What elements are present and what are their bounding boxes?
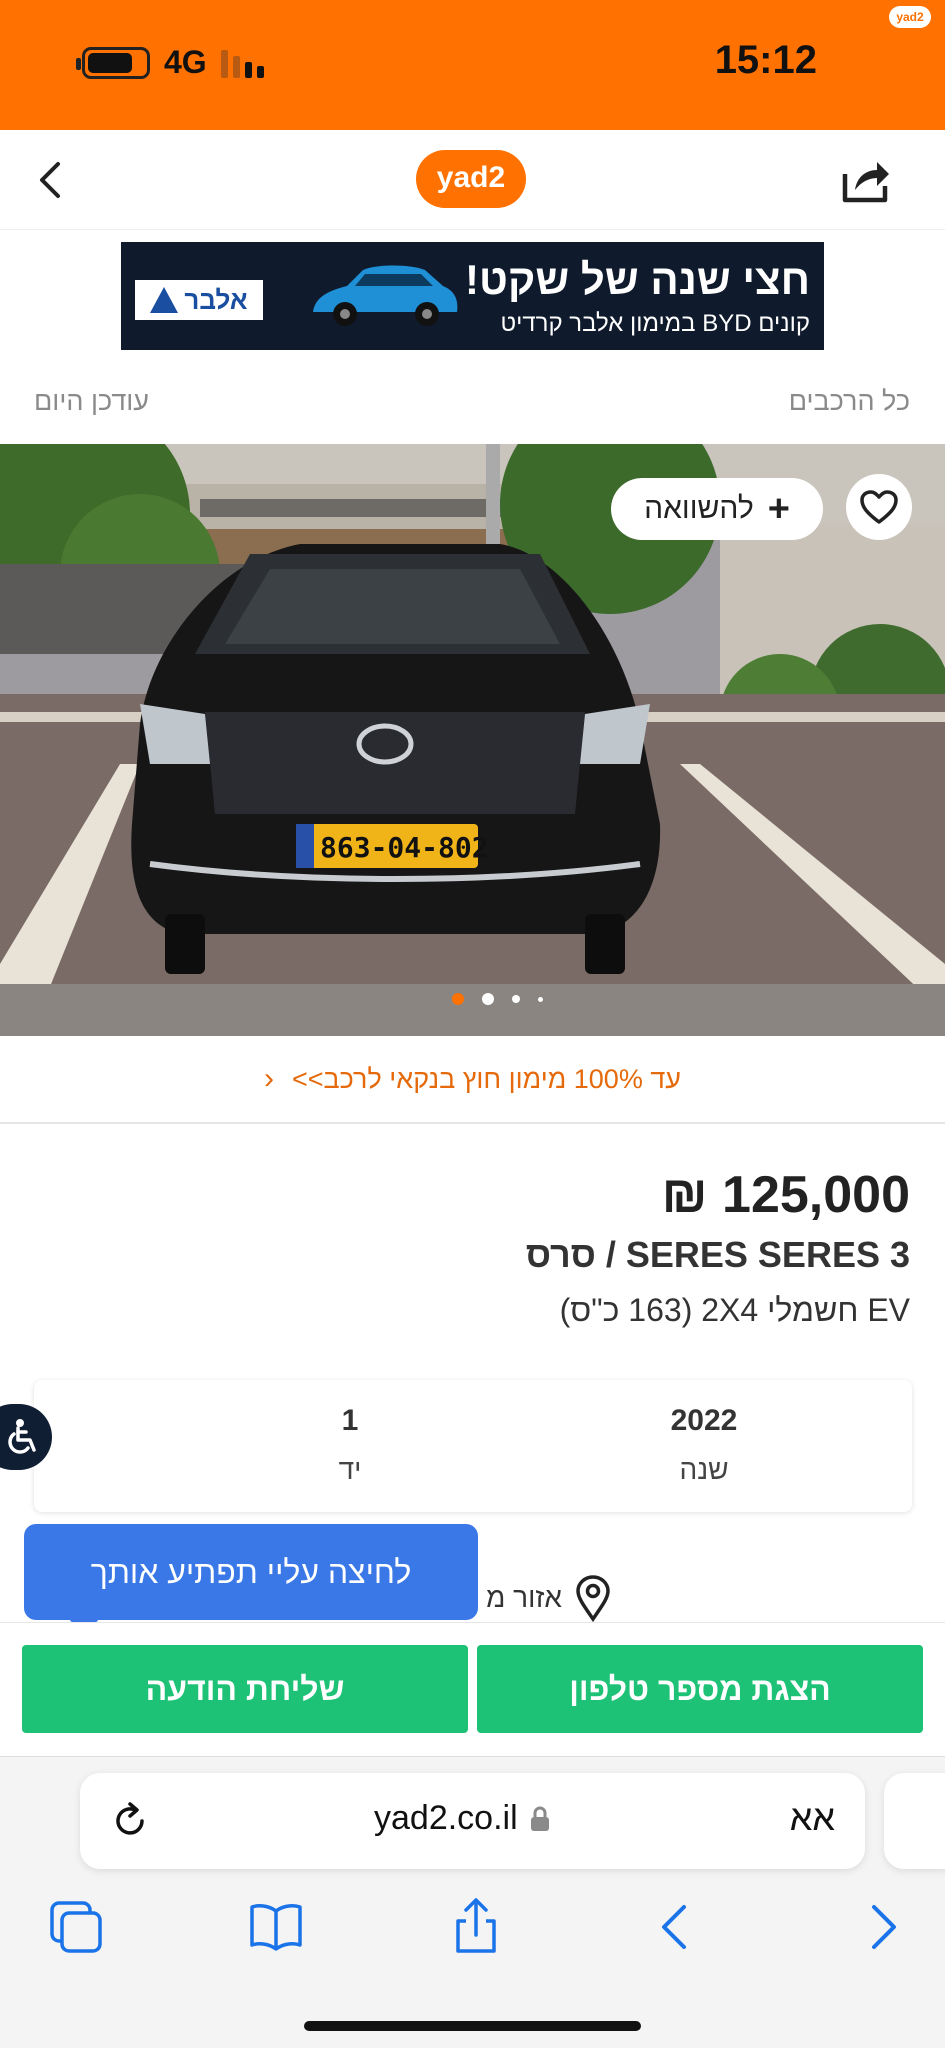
- forward-nav-icon[interactable]: [852, 1897, 912, 1957]
- heart-icon: [860, 490, 898, 524]
- gallery-pagination: [452, 993, 543, 1005]
- updated-label: עודכן היום: [34, 386, 150, 416]
- back-nav-icon[interactable]: [646, 1897, 706, 1957]
- text-size-button[interactable]: אא: [790, 1797, 835, 1839]
- page-dot: [512, 995, 520, 1003]
- license-plate: 863-04-802: [320, 831, 489, 864]
- banner-car-image: [313, 265, 458, 326]
- banner-brand-logo: אלבר: [135, 280, 263, 320]
- url-display[interactable]: yad2.co.il: [374, 1799, 550, 1838]
- vehicle-title: SERES SERES 3 / סרס: [525, 1234, 910, 1275]
- favorite-button[interactable]: [846, 474, 912, 540]
- specs-card: 2022 שנה 1 יד: [34, 1380, 912, 1512]
- clock: 15:12: [714, 38, 817, 82]
- spec-year: 2022 שנה: [670, 1404, 738, 1485]
- vehicle-subtitle: EV חשמלי 2X4 (163 כ"ס): [559, 1292, 910, 1328]
- spec-hand: 1 יד: [338, 1404, 362, 1485]
- show-phone-button[interactable]: הצגת מספר טלפון: [477, 1645, 923, 1733]
- next-tab-preview[interactable]: [884, 1773, 945, 1869]
- breadcrumb: כל הרכבים עודכן היום: [0, 380, 945, 424]
- banner-headline: חצי שנה של שקט!: [465, 256, 810, 303]
- location-pin-icon: [576, 1575, 610, 1622]
- network-type: 4G: [164, 44, 207, 80]
- action-bar: הצגת מספר טלפון שליחת הודעה: [0, 1622, 945, 1756]
- location-label: אזור מ: [486, 1582, 562, 1613]
- share-sheet-icon[interactable]: [446, 1897, 506, 1957]
- tabs-icon[interactable]: [46, 1897, 106, 1957]
- chevron-left-icon: ‹: [263, 1062, 274, 1095]
- lock-icon: [530, 1806, 549, 1831]
- reload-icon[interactable]: [108, 1799, 152, 1843]
- signal-icon: [220, 48, 264, 78]
- yad2-logo[interactable]: yad2: [416, 150, 526, 208]
- home-indicator: [304, 2021, 641, 2031]
- banner-subline: קונים BYD במימון אלבר קרדיט: [500, 310, 810, 337]
- all-vehicles-link[interactable]: כל הרכבים: [789, 386, 910, 417]
- tooltip-text: לחיצה עליי תפתיע אותך: [90, 1553, 412, 1590]
- page-dot-active: [452, 993, 464, 1005]
- plus-icon: +: [767, 488, 790, 530]
- financing-text: עד 100% מימון חוץ בנקאי לרכב>>: [291, 1063, 682, 1094]
- promo-tooltip[interactable]: לחיצה עליי תפתיע אותך: [24, 1524, 478, 1636]
- address-bar[interactable]: yad2.co.il אא: [80, 1773, 865, 1869]
- back-arrow-icon[interactable]: [30, 158, 74, 202]
- ad-banner[interactable]: אלבר חצי שנה של שקט! קונים BYD במימון אל…: [121, 242, 824, 350]
- status-indicators: 4G: [76, 44, 264, 81]
- price: 125,000 ₪: [661, 1166, 910, 1224]
- compare-label: להשוואה: [644, 492, 754, 525]
- browser-chrome: yad2.co.il אא: [0, 1756, 945, 2048]
- page-dot: [538, 996, 543, 1002]
- app-badge: yad2: [889, 6, 931, 28]
- status-bar: 4G 15:12 yad2: [0, 0, 945, 130]
- battery-icon: [76, 46, 150, 79]
- accessibility-icon: [8, 1419, 36, 1454]
- compare-button[interactable]: + להשוואה: [611, 478, 823, 540]
- page-dot: [482, 993, 494, 1005]
- financing-link[interactable]: ‹ עד 100% מימון חוץ בנקאי לרכב>>: [0, 1036, 945, 1124]
- location-row: אזור מ: [486, 1574, 612, 1622]
- send-message-button[interactable]: שליחת הודעה: [22, 1645, 468, 1733]
- app-header: yad2: [0, 130, 945, 230]
- share-icon[interactable]: [837, 152, 893, 208]
- bookmarks-icon[interactable]: [246, 1897, 306, 1957]
